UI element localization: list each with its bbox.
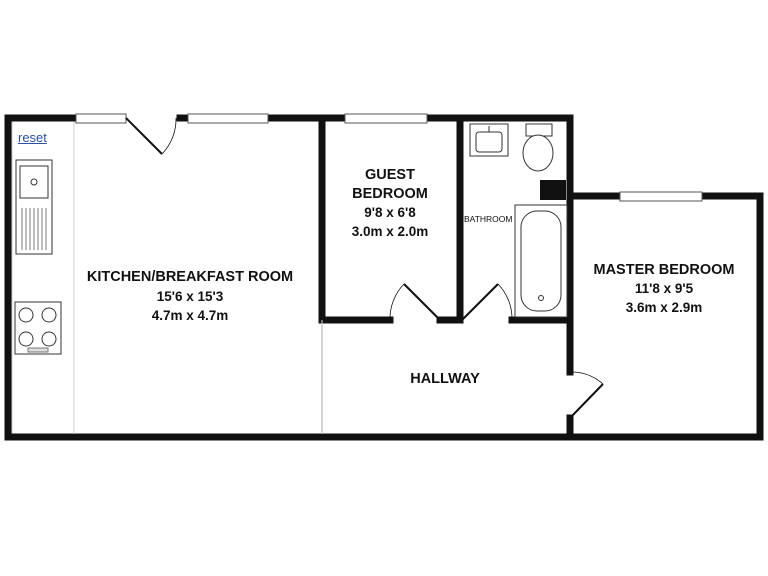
guest-name-line1: GUEST (365, 167, 415, 183)
reset-link[interactable]: reset (18, 130, 47, 145)
toilet-icon (522, 123, 554, 172)
kitchen-name: KITCHEN/BREAKFAST ROOM (87, 269, 293, 285)
kitchen-sink-icon (15, 159, 53, 255)
master-metric: 3.6m x 2.9m (626, 300, 703, 315)
guest-imperial: 9'8 x 6'8 (364, 205, 416, 220)
master-imperial: 11'8 x 9'5 (635, 281, 694, 296)
hallway-name: HALLWAY (410, 371, 480, 387)
kitchen-metric: 4.7m x 4.7m (152, 308, 229, 323)
guest-metric: 3.0m x 2.0m (352, 224, 429, 239)
chimney-block (540, 180, 566, 200)
hob-icon (14, 301, 62, 355)
bathroom-name: BATHROOM (464, 214, 512, 224)
master-name: MASTER BEDROOM (594, 262, 735, 278)
bathtub-icon (514, 204, 568, 318)
bathroom-basin-icon (469, 123, 509, 157)
kitchen-imperial: 15'6 x 15'3 (157, 289, 224, 304)
floor-plan: KITCHEN/BREAKFAST ROOM 15'6 x 15'3 4.7m … (4, 113, 764, 441)
guest-name-line2: BEDROOM (352, 186, 428, 202)
